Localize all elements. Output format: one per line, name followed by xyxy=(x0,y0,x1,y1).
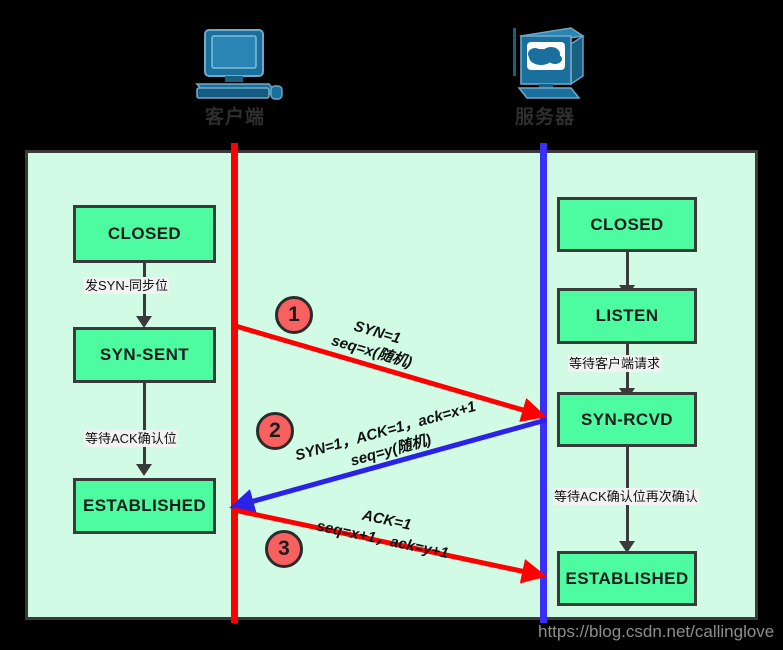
state-label: LISTEN xyxy=(595,306,659,325)
server-state-listen: LISTEN xyxy=(557,288,697,344)
state-label: ESTABLISHED xyxy=(82,496,207,515)
diagram-root: 客户端 服务器 CLOSED 发SYN-同步位 SYN-SENT 等待ACK确认… xyxy=(0,0,783,650)
step-number: 3 xyxy=(278,537,290,560)
lifeline-server xyxy=(540,143,547,623)
lifeline-client xyxy=(231,143,238,623)
client-transition-label-2: 等待ACK确认位 xyxy=(84,430,178,447)
client-state-syn-sent: SYN-SENT xyxy=(73,327,216,383)
state-label: ESTABLISHED xyxy=(565,568,689,588)
server-transition-label-2: 等待客户端请求 xyxy=(568,355,662,372)
client-label: 客户端 xyxy=(204,107,265,128)
server-state-established: ESTABLISHED xyxy=(557,551,697,606)
watermark: https://blog.csdn.net/callinglove xyxy=(538,622,775,641)
client-icon-wrap xyxy=(175,18,295,108)
state-label: CLOSED xyxy=(590,214,664,234)
step-circle-1: 1 xyxy=(275,296,313,334)
state-label: SYN-SENT xyxy=(99,345,190,364)
state-label: SYN-RCVD xyxy=(581,409,673,429)
desktop-computer-icon xyxy=(195,29,283,100)
client-state-established: ESTABLISHED xyxy=(73,478,216,534)
step-number: 1 xyxy=(288,303,300,326)
step-number: 2 xyxy=(269,419,281,442)
server-icon-wrap xyxy=(485,18,605,108)
endpoint-client: 客户端 xyxy=(175,18,295,127)
server-transition-label-3: 等待ACK确认位再次确认 xyxy=(553,488,699,505)
server-state-syn-rcvd: SYN-RCVD xyxy=(557,392,697,447)
endpoint-server: 服务器 xyxy=(485,18,605,127)
server-state-closed: CLOSED xyxy=(557,197,697,252)
client-transition-line-2 xyxy=(143,383,146,467)
server-label: 服务器 xyxy=(514,107,575,128)
step-circle-3: 3 xyxy=(265,530,303,568)
step-circle-2: 2 xyxy=(256,412,294,450)
client-transition-label-1: 发SYN-同步位 xyxy=(84,277,170,294)
client-transition-arrowhead-2 xyxy=(136,464,152,476)
client-state-closed: CLOSED xyxy=(73,205,216,263)
server-transition-line-1 xyxy=(626,252,629,288)
state-label: CLOSED xyxy=(107,224,182,243)
server-cloud-monitor-icon xyxy=(513,27,585,99)
